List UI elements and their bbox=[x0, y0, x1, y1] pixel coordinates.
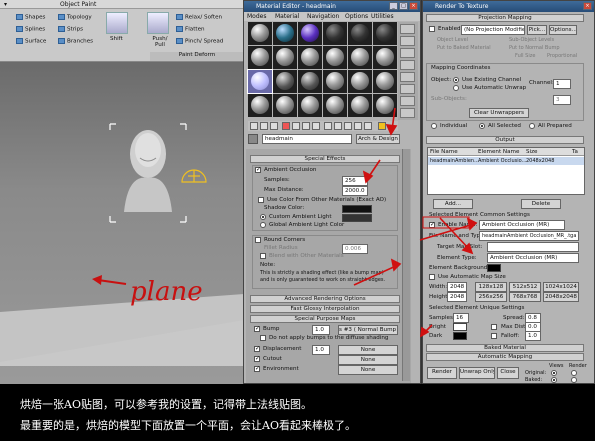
annotation-arrows bbox=[353, 107, 478, 338]
caption-area: 烘焙一张AO贴图，可以参考我的设置，记得带上法线贴图。 最重要的是，烘焙的模型下… bbox=[0, 384, 595, 441]
caption-line-1: 烘焙一张AO贴图，可以参考我的设置，记得带上法线贴图。 bbox=[20, 398, 312, 411]
caption-line-2: 最重要的是，烘焙的模型下面放置一个平面，会让AO看起来棒极了。 bbox=[20, 419, 356, 432]
